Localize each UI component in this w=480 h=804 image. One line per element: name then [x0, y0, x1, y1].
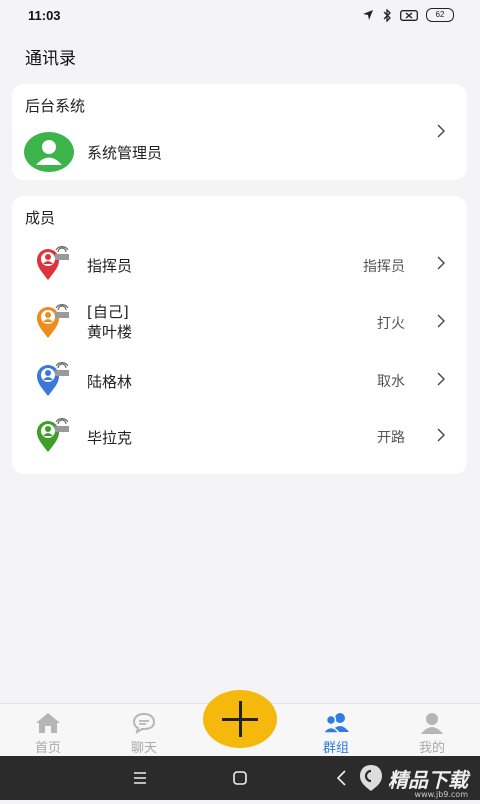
location-icon [363, 10, 373, 20]
tab-home[interactable]: 首页 [0, 704, 96, 757]
plus-icon-vertical [239, 701, 242, 737]
member-name: 陆格林 [87, 373, 133, 391]
member-row[interactable]: 指挥员 指挥员 [12, 235, 467, 291]
menu-icon [134, 772, 146, 784]
status-icons: 62 [362, 8, 454, 22]
member-name: 毕拉克 [87, 429, 133, 447]
tab-me[interactable]: 我的 [384, 704, 480, 757]
tab-chat[interactable]: 聊天 [96, 704, 192, 757]
members-section-title: 成员 [25, 209, 56, 227]
map-pin-user-icon [37, 362, 69, 396]
square-home-icon [233, 771, 247, 785]
tab-label: 聊天 [130, 741, 157, 756]
profile-icon [421, 713, 443, 734]
members-card: 成员 指挥员 指挥员 [自己] 黄叶楼 打火 陆格林 取水 毕拉克 开路 [12, 196, 467, 474]
member-avatar [34, 361, 70, 397]
member-role: 开路 [377, 430, 405, 446]
member-role: 打火 [377, 316, 405, 332]
map-pin-user-icon [37, 304, 69, 338]
chat-icon [132, 712, 156, 735]
home-icon [36, 713, 60, 733]
status-bar: 11:03 62 [0, 0, 480, 32]
member-role: 指挥员 [363, 259, 405, 275]
member-name: 黄叶楼 [87, 323, 133, 341]
watermark-text: 精品下载 [388, 767, 468, 792]
member-avatar [34, 303, 70, 339]
chevron-right-icon [437, 372, 445, 386]
group-icon [322, 713, 349, 734]
add-button[interactable] [203, 690, 277, 748]
system-nav-bar: 精品下载 www.jb9.com [0, 756, 480, 800]
member-row[interactable]: 毕拉克 开路 [12, 407, 467, 463]
watermark-logo-icon [360, 765, 382, 791]
admin-avatar [24, 132, 74, 172]
chevron-right-icon [437, 428, 445, 442]
system-card: 后台系统 系统管理员 [12, 84, 467, 180]
status-time: 11:03 [28, 8, 61, 23]
watermark: 精品下载 www.jb9.com [358, 762, 468, 799]
watermark-url: www.jb9.com [414, 790, 468, 799]
nav-home-button[interactable] [210, 756, 270, 800]
system-section-title: 后台系统 [25, 97, 86, 115]
chevron-right-icon [437, 256, 445, 270]
battery-level: 62 [426, 8, 454, 22]
tab-group[interactable]: 群组 [288, 704, 384, 757]
battery-icon: 62 [426, 8, 454, 22]
tab-label: 群组 [322, 741, 349, 756]
map-pin-user-icon [37, 246, 69, 280]
member-avatar [34, 245, 70, 281]
sim-off-icon [400, 9, 418, 21]
chevron-right-icon [437, 314, 445, 328]
bluetooth-icon [383, 8, 391, 22]
tab-label: 首页 [34, 741, 61, 756]
user-icon [24, 132, 74, 172]
admin-name: 系统管理员 [87, 144, 163, 162]
member-row[interactable]: 陆格林 取水 [12, 351, 467, 407]
member-row[interactable]: [自己] 黄叶楼 打火 [12, 293, 467, 349]
tab-label: 我的 [418, 741, 445, 756]
map-pin-user-icon [37, 418, 69, 452]
member-name: 指挥员 [87, 257, 133, 275]
member-avatar [34, 417, 70, 453]
nav-menu-button[interactable] [110, 756, 170, 800]
admin-row[interactable]: 系统管理员 [12, 124, 467, 180]
member-self-tag: [自己] [87, 303, 129, 321]
page-title: 通讯录 [25, 49, 76, 69]
chevron-right-icon [437, 124, 445, 138]
member-role: 取水 [377, 374, 405, 390]
